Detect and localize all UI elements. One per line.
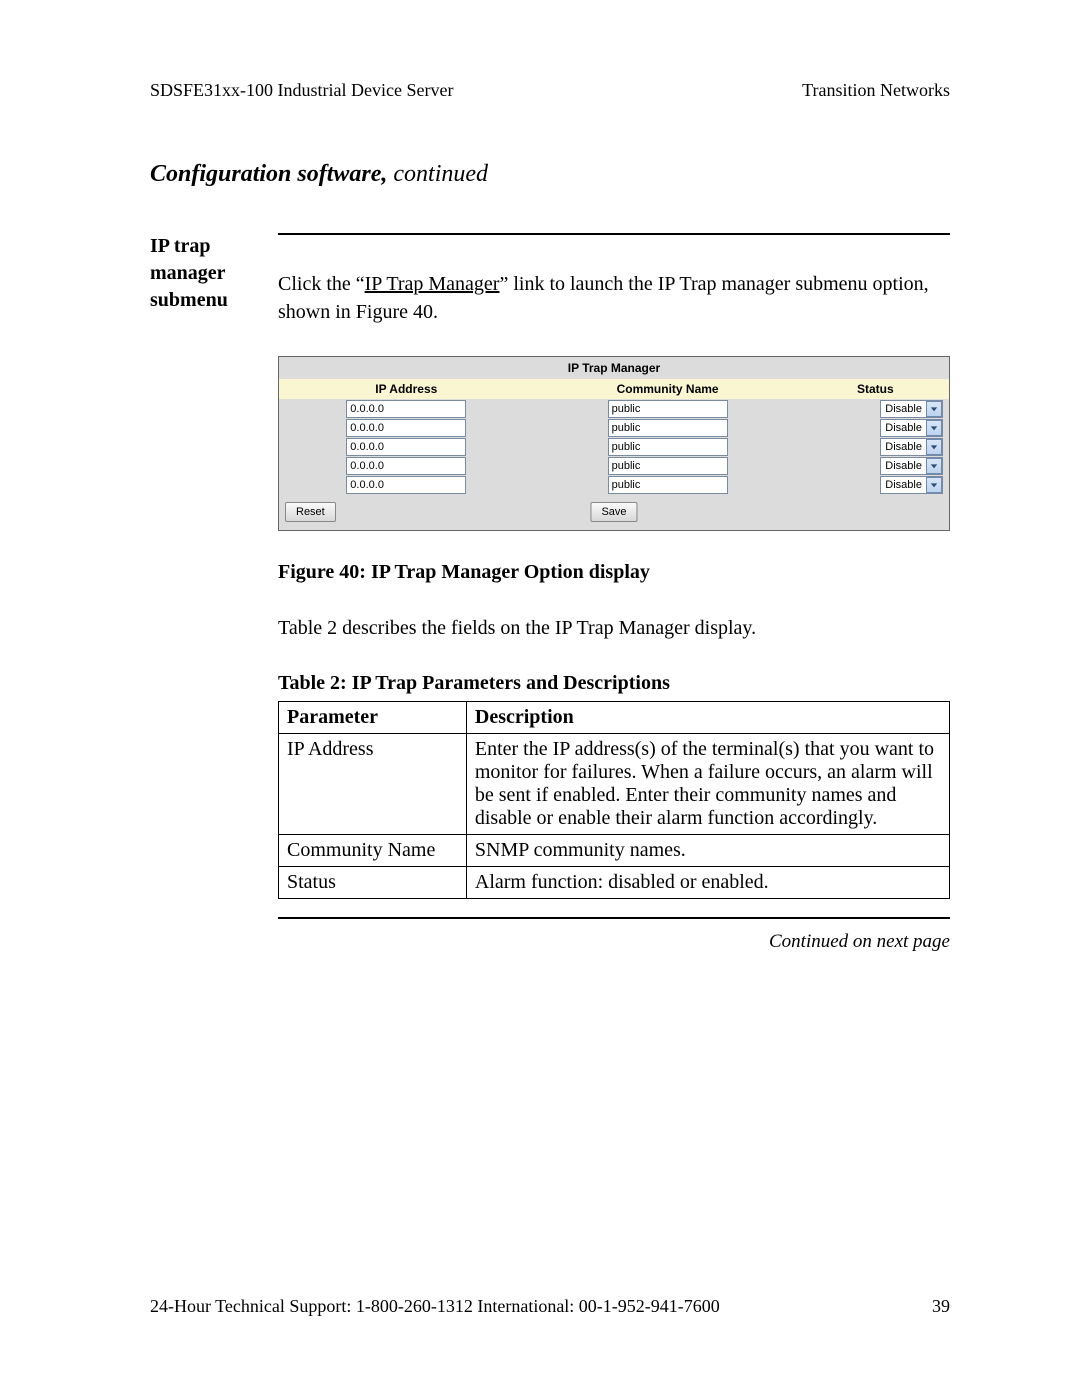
chevron-down-icon[interactable]: [926, 458, 942, 474]
table-row: StatusAlarm function: disabled or enable…: [279, 867, 950, 899]
trap-header-community: Community Name: [534, 382, 802, 396]
param-header-description: Description: [466, 702, 949, 734]
bottom-rule: [278, 917, 950, 919]
section-title: Configuration software, continued: [150, 161, 950, 188]
section-title-continued: continued: [387, 161, 488, 187]
ip-address-input[interactable]: [346, 400, 466, 418]
ip-trap-manager-panel: IP Trap Manager IP Address Community Nam…: [278, 356, 950, 531]
reset-button[interactable]: Reset: [285, 502, 336, 522]
status-select[interactable]: Disable: [880, 419, 943, 437]
ip-address-input[interactable]: [346, 438, 466, 456]
param-desc: Enter the IP address(s) of the terminal(…: [466, 734, 949, 835]
table-intro: Table 2 describes the fields on the IP T…: [278, 614, 950, 642]
chevron-down-icon[interactable]: [926, 439, 942, 455]
figure-caption: Figure 40: IP Trap Manager Option displa…: [278, 561, 950, 584]
section-title-main: Configuration software,: [150, 161, 387, 187]
ip-address-input[interactable]: [346, 476, 466, 494]
community-name-input[interactable]: [608, 419, 728, 437]
chevron-down-icon[interactable]: [926, 477, 942, 493]
doc-title-left: SDSFE31xx-100 Industrial Device Server: [150, 80, 453, 101]
trap-header-row: IP Address Community Name Status: [279, 379, 949, 399]
save-button[interactable]: Save: [590, 502, 637, 522]
community-name-input[interactable]: [608, 457, 728, 475]
status-select[interactable]: Disable: [880, 476, 943, 494]
status-value: Disable: [885, 441, 922, 453]
param-name: IP Address: [279, 734, 467, 835]
status-value: Disable: [885, 422, 922, 434]
param-desc: SNMP community names.: [466, 835, 949, 867]
status-select[interactable]: Disable: [880, 400, 943, 418]
parameter-table: Parameter Description IP AddressEnter th…: [278, 701, 950, 899]
trap-header-status: Status: [802, 382, 949, 396]
param-name: Status: [279, 867, 467, 899]
continued-notice: Continued on next page: [278, 931, 950, 953]
community-name-input[interactable]: [608, 476, 728, 494]
ip-address-input[interactable]: [346, 419, 466, 437]
status-select[interactable]: Disable: [880, 457, 943, 475]
trap-row: Disable: [279, 418, 949, 437]
page-number: 39: [932, 1296, 950, 1317]
doc-title-right: Transition Networks: [802, 80, 950, 101]
ip-address-input[interactable]: [346, 457, 466, 475]
footer-support: 24-Hour Technical Support: 1-800-260-131…: [150, 1296, 720, 1317]
table-row: IP AddressEnter the IP address(s) of the…: [279, 734, 950, 835]
chevron-down-icon[interactable]: [926, 420, 942, 436]
trap-row: Disable: [279, 475, 949, 494]
body-paragraph: Click the “IP Trap Manager” link to laun…: [278, 270, 950, 326]
status-value: Disable: [885, 403, 922, 415]
trap-row: Disable: [279, 437, 949, 456]
community-name-input[interactable]: [608, 438, 728, 456]
community-name-input[interactable]: [608, 400, 728, 418]
trap-header-ip: IP Address: [279, 382, 534, 396]
status-select[interactable]: Disable: [880, 438, 943, 456]
trap-title: IP Trap Manager: [279, 357, 949, 379]
ip-trap-manager-link[interactable]: IP Trap Manager: [365, 273, 500, 295]
status-value: Disable: [885, 479, 922, 491]
side-label: IP trap manager submenu: [150, 233, 260, 953]
body-pre: Click the “: [278, 273, 365, 295]
trap-row: Disable: [279, 456, 949, 475]
status-value: Disable: [885, 460, 922, 472]
param-name: Community Name: [279, 835, 467, 867]
table-row: Community NameSNMP community names.: [279, 835, 950, 867]
table-caption: Table 2: IP Trap Parameters and Descript…: [278, 672, 950, 695]
param-header-parameter: Parameter: [279, 702, 467, 734]
chevron-down-icon[interactable]: [926, 401, 942, 417]
trap-row: Disable: [279, 399, 949, 418]
param-desc: Alarm function: disabled or enabled.: [466, 867, 949, 899]
